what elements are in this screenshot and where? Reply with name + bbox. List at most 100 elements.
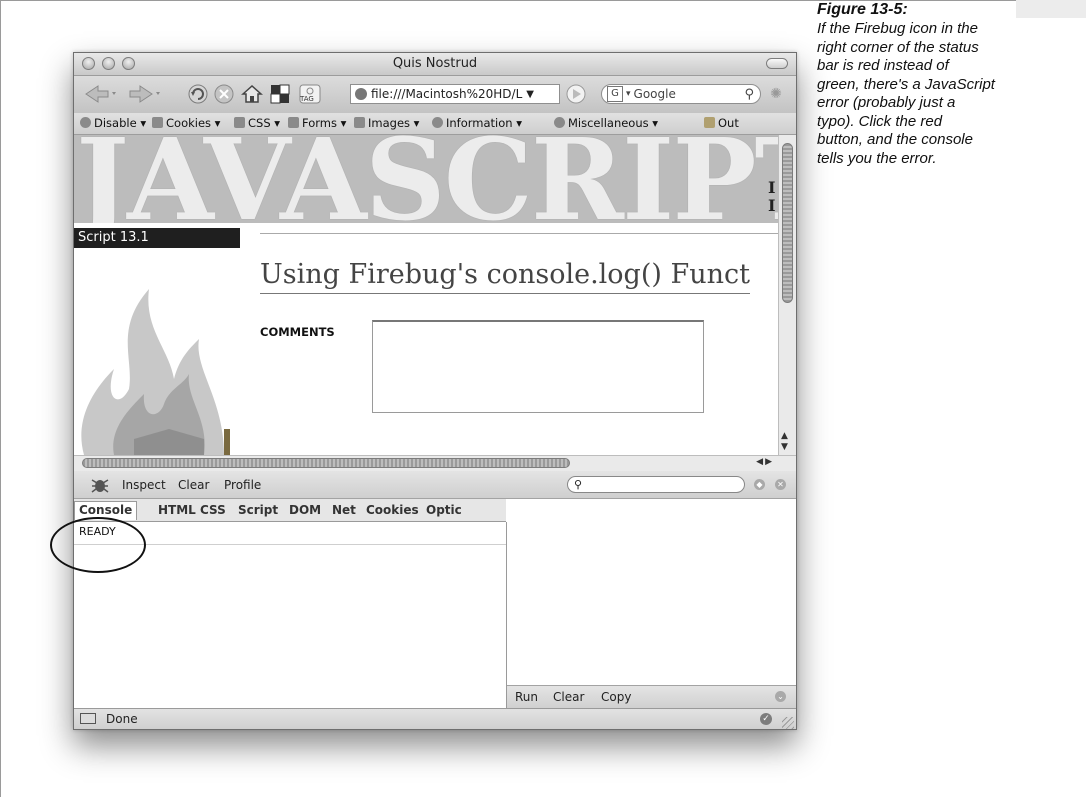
dev-menu-label: Images: [368, 116, 411, 130]
command-editor[interactable]: [507, 499, 796, 685]
collapse-icon[interactable]: ⌄: [775, 691, 786, 702]
globe-icon: [355, 88, 367, 100]
dev-menu-forms[interactable]: Forms ▾: [288, 116, 346, 130]
caption-line: green, there's a JavaScript: [817, 75, 995, 93]
detach-icon[interactable]: ◆: [754, 479, 765, 490]
dev-menu-css[interactable]: CSS ▾: [234, 116, 280, 130]
banner-side-line: I: [768, 196, 776, 215]
url-dropdown-icon[interactable]: ▼: [526, 89, 534, 100]
forms-icon: [288, 117, 299, 128]
css-icon: [234, 117, 245, 128]
tab-net[interactable]: Net: [332, 503, 356, 517]
dev-menu-miscellaneous[interactable]: Miscellaneous ▾: [554, 116, 658, 130]
dev-menu-label: CSS: [248, 116, 271, 130]
caption-line: tells you the error.: [817, 149, 937, 167]
home-button[interactable]: [240, 83, 264, 105]
dev-menu-label: Forms: [302, 116, 337, 130]
search-field[interactable]: G ▾ Google ⚲: [601, 84, 761, 104]
close-icon[interactable]: ✕: [775, 479, 786, 490]
firebug-search-input[interactable]: ⚲: [567, 476, 745, 493]
web-developer-toolbar: Disable ▾ Cookies ▾ CSS ▾ Forms ▾ Images…: [74, 113, 796, 135]
banner-title: JAVASCRIPT: [76, 135, 778, 223]
dev-menu-disable[interactable]: Disable ▾: [80, 116, 146, 130]
reload-button[interactable]: [186, 83, 210, 105]
tab-html[interactable]: HTML: [158, 503, 196, 517]
url-field[interactable]: file:///Macintosh%20HD/L ▼: [350, 84, 560, 104]
page-heading: Using Firebug's console.log() Funct: [260, 257, 750, 294]
dev-menu-images[interactable]: Images ▾: [354, 116, 419, 130]
miscellaneous-icon: [554, 117, 565, 128]
horizontal-scrollbar[interactable]: ◀▶: [74, 455, 796, 472]
copy-button[interactable]: Copy: [601, 690, 631, 704]
dev-menu-information[interactable]: Information ▾: [432, 116, 522, 130]
toolbar-toggle-button[interactable]: [766, 58, 788, 69]
tag-label: TAG: [300, 95, 314, 103]
run-button[interactable]: Run: [515, 690, 538, 704]
tab-cookies[interactable]: Cookies: [366, 503, 419, 517]
tab-options[interactable]: Optic: [426, 503, 462, 517]
inspect-button[interactable]: Inspect: [122, 478, 166, 492]
vertical-scroll-arrows[interactable]: ▲ ▼: [781, 431, 788, 453]
status-bar: Done ✓: [74, 708, 796, 729]
page-banner: JAVASCRIPT I I: [74, 135, 778, 223]
figure-label: Figure 13-5:: [817, 1, 908, 18]
vertical-scrollbar[interactable]: ▲ ▼: [778, 135, 796, 455]
profile-button[interactable]: Profile: [224, 478, 261, 492]
stop-button[interactable]: [212, 83, 236, 105]
firebug-status-icon[interactable]: ✓: [760, 713, 772, 725]
navigation-toolbar: TAG file:///Macintosh%20HD/L ▼ G ▾ Googl…: [74, 76, 796, 113]
comments-textarea[interactable]: [372, 320, 704, 413]
google-engine-icon[interactable]: G: [607, 86, 623, 102]
firebug-tabs: Console HTML CSS Script DOM Net Cookies …: [74, 499, 506, 522]
horizontal-scroll-thumb[interactable]: [82, 458, 570, 468]
caption-line: typo). Click the red: [817, 112, 943, 130]
grid-icon: [270, 84, 290, 104]
forward-arrow-icon: [129, 85, 160, 103]
caption-line: If the Firebug icon in the: [817, 20, 978, 37]
disable-icon: [80, 117, 91, 128]
caption-line: button, and the console: [817, 131, 973, 148]
go-button[interactable]: [564, 83, 588, 105]
figure-caption: Figure 13-5: If the Firebug icon in the …: [817, 0, 1083, 168]
dev-menu-cookies[interactable]: Cookies ▾: [152, 116, 220, 130]
status-page-icon: [80, 713, 96, 724]
firebug-toolbar: Inspect Clear Profile ⚲ ◆ ✕: [74, 471, 796, 499]
cookies-icon: [152, 117, 163, 128]
back-arrow-icon: [85, 85, 116, 103]
comments-label: COMMENTS: [260, 325, 335, 339]
command-toolbar: Run Clear Copy ⌄: [507, 685, 796, 708]
clear-command-button[interactable]: Clear: [553, 690, 584, 704]
banner-side-line: I: [768, 178, 776, 197]
resize-grip[interactable]: [782, 717, 794, 729]
browser-window: Quis Nostrud TAG file:///Macintosh%20HD/…: [73, 52, 797, 730]
tag-button[interactable]: TAG: [298, 83, 322, 105]
clear-button[interactable]: Clear: [178, 478, 209, 492]
search-icon[interactable]: ⚲: [744, 87, 754, 102]
forward-button[interactable]: [124, 83, 164, 105]
title-bar: Quis Nostrud: [74, 53, 796, 76]
engine-dropdown-icon[interactable]: ▾: [626, 89, 631, 99]
tab-dom[interactable]: DOM: [289, 503, 321, 517]
tab-css[interactable]: CSS: [200, 503, 226, 517]
caption-line: right corner of the status: [817, 38, 979, 56]
reload-icon: [188, 84, 208, 104]
caption-line: error (probably just a: [817, 94, 956, 111]
status-text: Done: [106, 712, 138, 726]
firebug-bug-icon[interactable]: [88, 474, 110, 494]
dev-menu-label: Information: [446, 116, 513, 130]
dev-menu-label: Out: [718, 116, 739, 130]
horizontal-scroll-arrows[interactable]: ◀▶: [756, 457, 774, 467]
tab-script[interactable]: Script: [238, 503, 278, 517]
back-button[interactable]: [80, 83, 120, 105]
stop-icon: [214, 84, 234, 104]
annotation-circle: [50, 517, 146, 573]
dev-menu-label: Disable: [94, 116, 137, 130]
vertical-scroll-thumb[interactable]: [782, 143, 793, 303]
go-arrow-icon: [566, 84, 586, 104]
bookmarks-button[interactable]: [268, 83, 292, 105]
dev-menu-label: Miscellaneous: [568, 116, 649, 130]
information-icon: [432, 117, 443, 128]
script-label: Script 13.1: [74, 228, 240, 248]
banner-side-text: I I: [768, 179, 775, 215]
dev-menu-outline[interactable]: Out: [704, 116, 739, 130]
